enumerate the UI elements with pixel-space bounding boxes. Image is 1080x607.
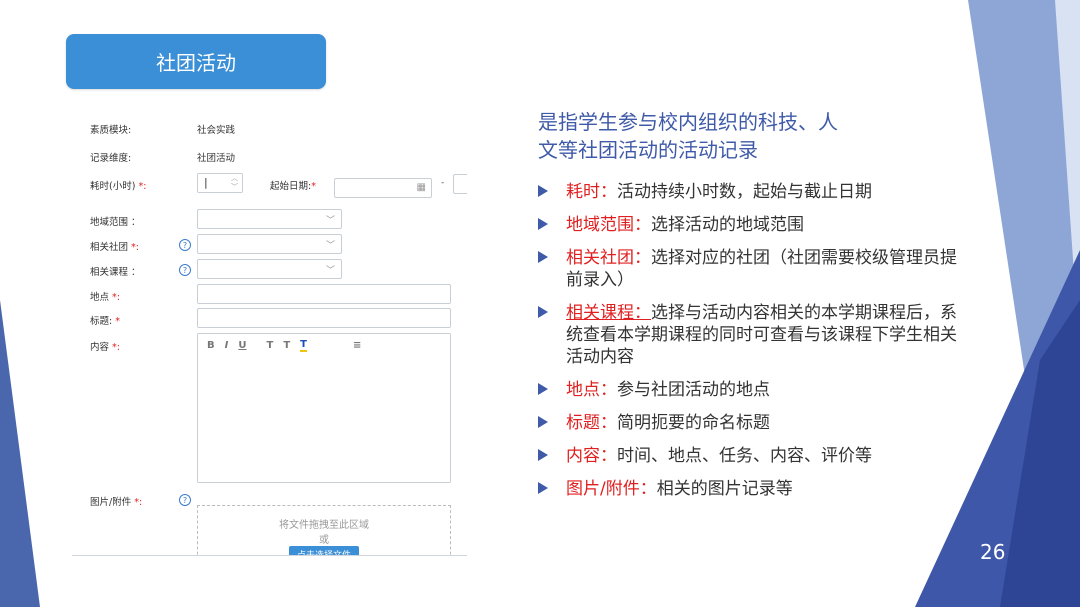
title-label: 标题: * (90, 316, 120, 327)
editor-toolbar: B I U T T T ≡ (197, 334, 451, 356)
duration-stepper[interactable]: | ︿ ﹀ (197, 173, 243, 193)
slide-title: 社团活动 (156, 51, 236, 75)
course-label: 相关课程 ： (90, 267, 141, 278)
chevron-down-icon: ﹀ (325, 266, 335, 276)
help-icon[interactable]: ? (179, 264, 191, 276)
list-item: 相关社团：选择对应的社团（社团需要校级管理员提前录入） (538, 247, 968, 291)
stepper-arrows-icon: ︿ ﹀ (231, 174, 238, 191)
course-select[interactable]: ﹀ (197, 259, 342, 279)
slide-title-tab: 社团活动 (66, 34, 326, 89)
list-item: 内容：时间、地点、任务、内容、评价等 (538, 445, 968, 467)
place-input[interactable] (197, 284, 451, 304)
help-icon[interactable]: ? (179, 239, 191, 251)
activity-form: 素质模块: 社会实践 记录维度: 社团活动 耗时(小时) *: | ︿ ﹀ 起始日… (72, 100, 467, 556)
underline-button[interactable]: U (238, 340, 246, 351)
bullet-arrow-icon (538, 482, 548, 494)
content-label: 内容 *: (90, 342, 120, 353)
title-input[interactable] (197, 308, 451, 328)
font-color-button[interactable]: T (300, 339, 307, 352)
bullet-arrow-icon (538, 449, 548, 461)
end-date-input[interactable] (453, 174, 467, 194)
club-select[interactable]: ﹀ (197, 234, 342, 254)
drop-hint: 将文件拖拽至此区域 (279, 520, 369, 531)
bold-button[interactable]: B (207, 340, 215, 351)
bullet-arrow-icon (538, 185, 548, 197)
list-item: 图片/附件：相关的图片记录等 (538, 478, 968, 500)
heading-line: 是指学生参与校内组织的科技、人 (538, 110, 838, 134)
bullet-arrow-icon (538, 306, 548, 318)
file-drop-zone[interactable]: 将文件拖拽至此区域 或 点击选择文件 (197, 505, 451, 555)
list-item: 相关课程：选择与活动内容相关的本学期课程后，系统查看本学期课程的同时可查看与该课… (538, 302, 968, 368)
dimension-label: 记录维度: (90, 153, 132, 164)
calendar-icon: ▦ (416, 182, 426, 193)
list-item: 地点：参与社团活动的地点 (538, 379, 968, 401)
region-label: 地域范围 ： (90, 217, 141, 228)
choose-file-button[interactable]: 点击选择文件 (288, 546, 359, 555)
club-label: 相关社团 *: (90, 242, 139, 253)
module-label: 素质模块: (90, 125, 132, 136)
list-item: 标题：简明扼要的命名标题 (538, 412, 968, 434)
bullet-arrow-icon (538, 218, 548, 230)
description-heading: 是指学生参与校内组织的科技、人 文等社团活动的活动记录 (538, 108, 898, 164)
list-item: 地域范围：选择活动的地域范围 (538, 214, 968, 236)
list-item: 耗时：活动持续小时数，起始与截止日期 (538, 181, 968, 203)
text-cursor: | (204, 176, 208, 189)
start-date-input[interactable]: ▦ (334, 178, 432, 198)
attachment-label: 图片/附件 *: (90, 497, 143, 508)
field-description-list: 耗时：活动持续小时数，起始与截止日期 地域范围：选择活动的地域范围 相关社团：选… (538, 181, 968, 511)
line-height-button[interactable]: T (283, 340, 290, 351)
chevron-down-icon: ﹀ (325, 241, 335, 251)
drop-or: 或 (319, 535, 329, 546)
dimension-value: 社团活动 (197, 153, 236, 164)
region-select[interactable]: ﹀ (197, 209, 342, 229)
bullet-arrow-icon (538, 383, 548, 395)
chevron-down-icon: ﹀ (325, 216, 335, 226)
place-label: 地点 *: (90, 292, 120, 303)
left-decor-triangle (0, 300, 40, 607)
font-size-button[interactable]: T (266, 340, 273, 351)
page-number: 26 (980, 540, 1006, 564)
bullet-arrow-icon (538, 251, 548, 263)
heading-line: 文等社团活动的活动记录 (538, 138, 758, 162)
module-value: 社会实践 (197, 125, 236, 136)
align-menu-icon[interactable]: ≡ (353, 340, 361, 351)
date-range-dash: - (441, 178, 445, 188)
bullet-arrow-icon (538, 416, 548, 428)
duration-label: 耗时(小时) *: (90, 181, 147, 192)
start-date-label: 起始日期:* (270, 181, 316, 192)
italic-button[interactable]: I (225, 340, 229, 351)
help-icon[interactable]: ? (179, 494, 191, 506)
